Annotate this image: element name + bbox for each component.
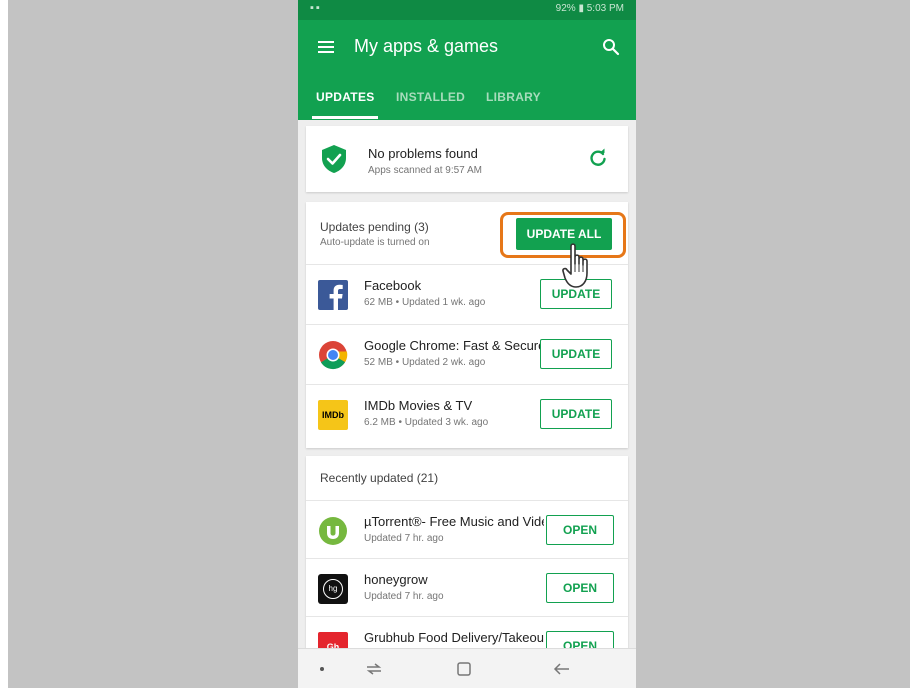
app-row-imdb[interactable]: IMDb IMDb Movies & TV 6.2 MB • Updated 3… (306, 384, 628, 444)
menu-icon[interactable] (318, 41, 334, 53)
app-meta: 52 MB • Updated 2 wk. ago (364, 357, 486, 368)
system-nav-bar (298, 648, 636, 688)
security-subtitle: Apps scanned at 9:57 AM (368, 165, 482, 176)
auto-update-status: Auto-update is turned on (320, 237, 430, 248)
tab-installed[interactable]: INSTALLED (396, 90, 465, 104)
utorrent-icon (319, 517, 347, 545)
updates-pending-card: Updates pending (3) Auto-update is turne… (306, 202, 628, 448)
app-name: Facebook (364, 278, 422, 293)
home-icon[interactable] (454, 659, 474, 679)
recently-updated-card: Recently updated (21) µTorrent®- Free Mu… (306, 456, 628, 662)
app-row-utorrent[interactable]: µTorrent®- Free Music and Video Updated … (306, 500, 628, 558)
updates-pending-title: Updates pending (3) (320, 220, 429, 234)
app-row-chrome[interactable]: Google Chrome: Fast & Secure 52 MB • Upd… (306, 324, 628, 384)
tab-updates[interactable]: UPDATES (316, 90, 375, 104)
status-left-icons: ▪▪ (310, 2, 322, 14)
update-button[interactable]: UPDATE (540, 339, 612, 369)
app-name: Grubhub Food Delivery/Takeout (364, 630, 544, 645)
honeygrow-icon: hg (318, 574, 348, 604)
status-right-text: 92% ▮ 5:03 PM (555, 3, 624, 14)
recent-apps-icon[interactable] (364, 659, 384, 679)
pointer-hand-icon (562, 243, 588, 288)
app-bar: My apps & games UPDATES INSTALLED LIBRAR… (298, 20, 636, 120)
tab-library[interactable]: LIBRARY (486, 90, 541, 104)
app-meta: 62 MB • Updated 1 wk. ago (364, 297, 486, 308)
security-card: No problems found Apps scanned at 9:57 A… (306, 126, 628, 192)
imdb-icon: IMDb (318, 400, 348, 430)
open-button[interactable]: OPEN (546, 515, 614, 545)
app-name: µTorrent®- Free Music and Video (364, 514, 544, 529)
shield-check-icon (322, 145, 346, 173)
tab-bar: UPDATES INSTALLED LIBRARY (298, 84, 636, 120)
back-icon[interactable] (552, 659, 572, 679)
app-name: Google Chrome: Fast & Secure (364, 338, 544, 353)
dot-icon (320, 667, 324, 671)
page-title: My apps & games (354, 36, 499, 56)
recently-updated-title: Recently updated (21) (320, 471, 439, 485)
active-tab-indicator (312, 116, 378, 119)
status-bar: ▪▪ 92% ▮ 5:03 PM (298, 0, 636, 20)
update-button[interactable]: UPDATE (540, 399, 612, 429)
app-meta: Updated 7 hr. ago (364, 533, 444, 544)
search-icon[interactable] (602, 38, 620, 56)
app-meta: Updated 7 hr. ago (364, 591, 444, 602)
security-title: No problems found (368, 146, 478, 161)
refresh-icon[interactable] (588, 148, 608, 168)
app-row-honeygrow[interactable]: hg honeygrow Updated 7 hr. ago OPEN (306, 558, 628, 616)
chrome-icon (319, 341, 348, 370)
phone-screen: ▪▪ 92% ▮ 5:03 PM My apps & games UPDATES… (298, 0, 636, 688)
app-meta: 6.2 MB • Updated 3 wk. ago (364, 417, 489, 428)
app-name: honeygrow (364, 572, 428, 587)
app-name: IMDb Movies & TV (364, 398, 473, 413)
open-button[interactable]: OPEN (546, 573, 614, 603)
facebook-icon (318, 280, 348, 310)
honeygrow-logo-text: hg (323, 579, 343, 599)
